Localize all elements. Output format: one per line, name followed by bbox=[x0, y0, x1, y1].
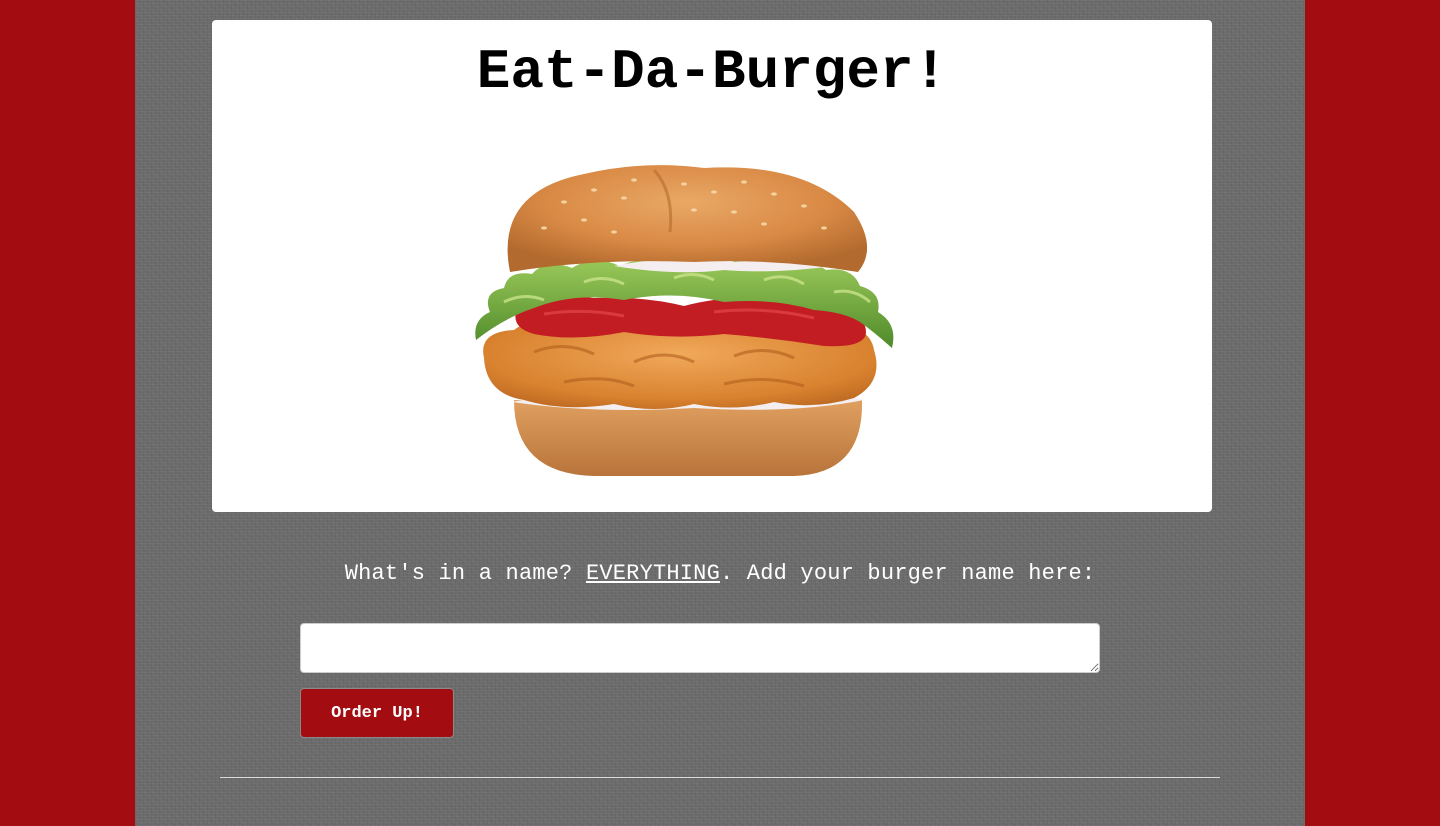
prompt-text-end: . Add your burger name here: bbox=[720, 561, 1096, 586]
jumbotron: Eat-Da-Burger! bbox=[212, 20, 1212, 512]
page-container: Eat-Da-Burger! What's in a name? EVERYTH… bbox=[135, 0, 1305, 826]
prompt-text-start: What's in a name? bbox=[344, 561, 586, 586]
burger-name-input[interactable] bbox=[300, 623, 1100, 673]
burger-name-prompt: What's in a name? EVERYTHING. Add your b… bbox=[135, 560, 1305, 588]
divider bbox=[220, 777, 1220, 778]
prompt-emphasis: EVERYTHING bbox=[585, 561, 720, 586]
order-up-button[interactable]: Order Up! bbox=[300, 688, 454, 738]
page-title: Eat-Da-Burger! bbox=[476, 40, 948, 104]
burger-image bbox=[475, 165, 894, 476]
